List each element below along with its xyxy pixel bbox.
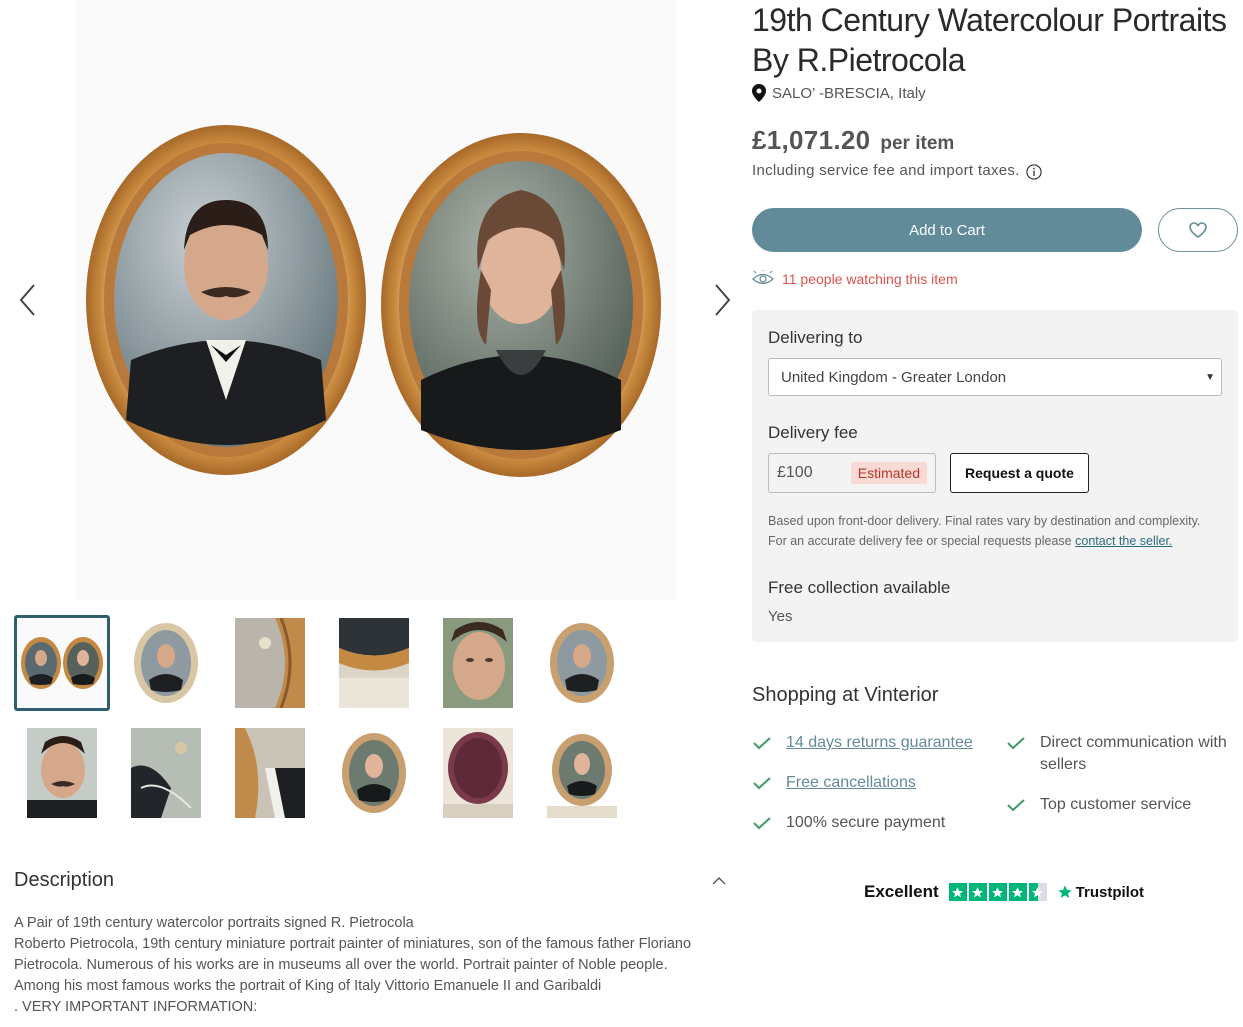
half-star-icon (1028, 883, 1047, 901)
favourite-button[interactable] (1158, 208, 1238, 252)
delivery-note: Based upon front-door delivery. Final ra… (768, 511, 1222, 551)
delivery-fee-row: £100 Estimated Request a quote (768, 453, 1222, 493)
main-product-image[interactable] (76, 0, 676, 600)
thumbnail[interactable] (222, 725, 318, 821)
previous-image-button[interactable] (12, 280, 42, 320)
product-info-panel: 19th Century Watercolour Portraits By R.… (752, 0, 1238, 901)
star-icon (1008, 883, 1027, 901)
delivering-to-label: Delivering to (768, 328, 863, 347)
star-icon (968, 883, 987, 901)
thumbnail[interactable] (534, 725, 630, 821)
dropdown-caret-icon: ▼ (1205, 371, 1215, 383)
thumbnail[interactable] (430, 615, 526, 711)
feature-item: 14 days returns guarantee (752, 732, 1006, 754)
trustpilot-widget[interactable]: Excellent Trustpilot (864, 882, 1144, 902)
request-quote-button[interactable]: Request a quote (950, 453, 1089, 493)
check-icon (1006, 732, 1026, 754)
chevron-right-icon (715, 284, 731, 316)
taxes-note: Including service fee and import taxes. (752, 162, 1238, 180)
feature-item: Direct communication with sellers (1006, 732, 1238, 776)
trustpilot-stars (948, 883, 1047, 901)
check-icon (752, 772, 772, 794)
direct-communication-text: Direct communication with sellers (1040, 734, 1227, 773)
delivery-panel: Delivering to United Kingdom - Greater L… (752, 310, 1238, 642)
info-icon[interactable] (1026, 163, 1042, 180)
thumbnail[interactable] (14, 725, 110, 821)
thumbnail[interactable] (14, 615, 110, 711)
delivery-country-value: United Kingdom - Greater London (781, 368, 1007, 386)
description-line: . VERY IMPORTANT INFORMATION: (14, 999, 258, 1015)
portraits-photo (86, 125, 661, 477)
free-collection-value: Yes (768, 608, 793, 625)
product-title: 19th Century Watercolour Portraits By R.… (752, 2, 1227, 78)
thumbnail[interactable] (222, 615, 318, 711)
price: £1,071.20 (752, 125, 871, 155)
next-image-button[interactable] (708, 280, 738, 320)
chevron-left-icon (19, 284, 35, 316)
thumbnail-strip (14, 615, 634, 821)
thumbnail[interactable] (118, 615, 214, 711)
free-cancellations-link[interactable]: Free cancellations (786, 772, 916, 794)
delivery-country-select[interactable]: United Kingdom - Greater London ▼ (768, 358, 1222, 396)
description-line: Pietrocola. Numerous of his works are in… (14, 957, 668, 973)
thumbnail[interactable] (430, 725, 526, 821)
location-text: SALO’ -BRESCIA, Italy (772, 84, 926, 102)
per-item-label: per item (880, 133, 955, 154)
eye-icon (752, 270, 774, 285)
cart-actions: Add to Cart (752, 208, 1238, 252)
shopping-features: 14 days returns guarantee Free cancellat… (752, 732, 1238, 834)
feature-item: Free cancellations (752, 772, 1006, 794)
features-column-left: 14 days returns guarantee Free cancellat… (752, 732, 1006, 834)
description-body: A Pair of 19th century watercolor portra… (14, 913, 726, 1018)
check-icon (752, 812, 772, 834)
trustpilot-logo: Trustpilot (1057, 884, 1144, 901)
delivery-fee-value: £100 (777, 464, 813, 481)
delivery-fee-field: £100 Estimated (768, 453, 936, 493)
contact-seller-link[interactable]: contact the seller. (1075, 534, 1172, 548)
delivery-fee-label: Delivery fee (768, 423, 858, 442)
shopping-title: Shopping at Vinterior (752, 684, 939, 706)
description-title: Description (14, 868, 115, 891)
returns-guarantee-link[interactable]: 14 days returns guarantee (786, 732, 973, 754)
thumbnail[interactable] (326, 615, 422, 711)
trustpilot-brand: Trustpilot (1075, 883, 1144, 901)
description-toggle[interactable]: Description (14, 862, 726, 898)
product-location: SALO’ -BRESCIA, Italy (752, 82, 1238, 104)
taxes-text: Including service fee and import taxes. (752, 162, 1020, 179)
customer-service-text: Top customer service (1040, 796, 1192, 813)
description-line: A Pair of 19th century watercolor portra… (14, 915, 414, 931)
description-line: Roberto Pietrocola, 19th century miniatu… (14, 936, 692, 952)
estimated-badge: Estimated (850, 462, 927, 484)
trustpilot-rating-word: Excellent (864, 882, 939, 901)
secure-payment-text: 100% secure payment (786, 814, 946, 831)
features-column-right: Direct communication with sellers Top cu… (1006, 732, 1238, 834)
check-icon (1006, 794, 1026, 816)
thumbnail[interactable] (326, 725, 422, 821)
heart-icon (1189, 222, 1207, 238)
watchers-text: 11 people watching this item (782, 271, 958, 287)
watchers-notice: 11 people watching this item (752, 270, 958, 288)
thumbnail[interactable] (534, 615, 630, 711)
description-line: Among his most famous works the portrait… (14, 978, 602, 994)
feature-item: Top customer service (1006, 794, 1238, 816)
chevron-up-icon (712, 876, 726, 884)
add-to-cart-button[interactable]: Add to Cart (752, 208, 1142, 252)
trustpilot-star-icon (1057, 885, 1072, 898)
price-row: £1,071.20 per item (752, 125, 1238, 156)
feature-item: 100% secure payment (752, 812, 1006, 834)
free-collection-label: Free collection available (768, 578, 951, 597)
location-pin-icon (752, 84, 766, 102)
star-icon (988, 883, 1007, 901)
thumbnail[interactable] (118, 725, 214, 821)
star-icon (948, 883, 967, 901)
check-icon (752, 732, 772, 754)
